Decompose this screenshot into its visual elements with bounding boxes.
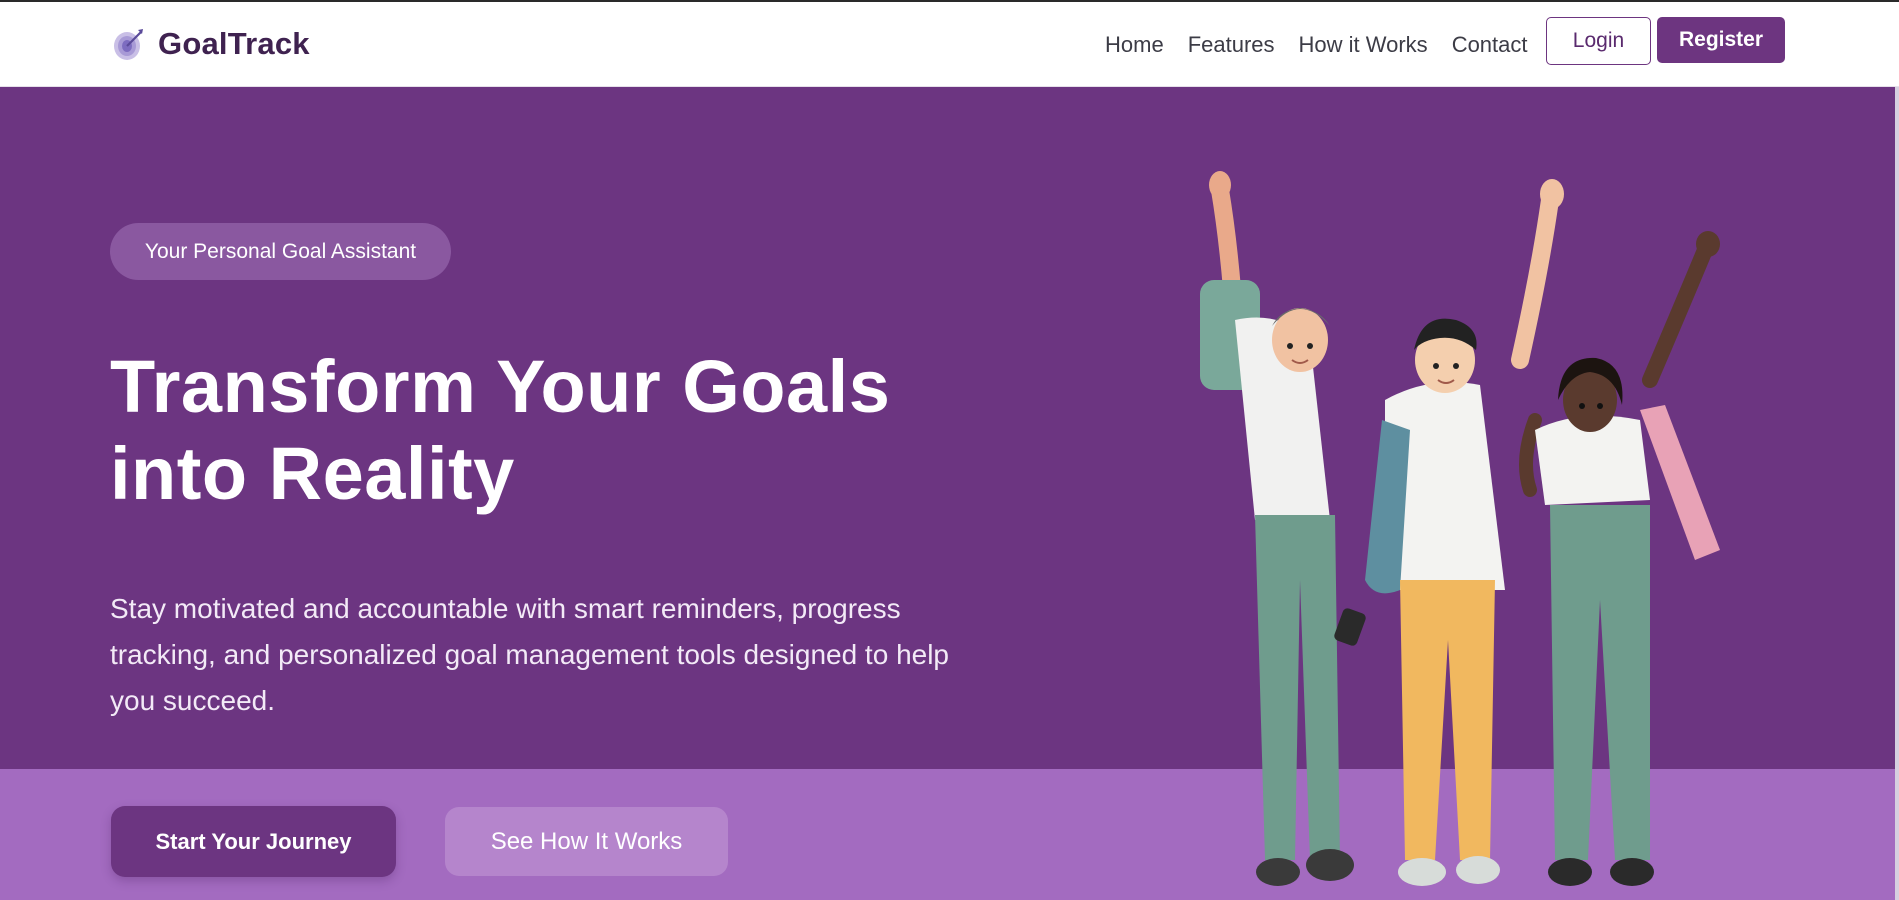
start-journey-button[interactable]: Start Your Journey	[111, 806, 396, 877]
nav-links: Home Features How it Works Contact	[1105, 32, 1528, 58]
person-middle	[1365, 179, 1564, 886]
hero-subtext: Stay motivated and accountable with smar…	[110, 593, 950, 716]
hero-headline: Transform Your Goals into Reality	[110, 343, 1010, 517]
navbar: GoalTrack Home Features How it Works Con…	[0, 2, 1899, 87]
scrollbar-track[interactable]	[1895, 87, 1899, 900]
three-cheering-people-illustration	[1200, 171, 1720, 886]
hero-badge: Your Personal Goal Assistant	[110, 223, 451, 280]
register-button[interactable]: Register	[1657, 17, 1785, 63]
nav-link-features[interactable]: Features	[1188, 32, 1275, 58]
nav-link-contact[interactable]: Contact	[1452, 32, 1528, 58]
hero-headline-line1: Transform Your Goals	[110, 345, 891, 428]
brand-logo[interactable]: GoalTrack	[110, 26, 310, 62]
nav-link-home[interactable]: Home	[1105, 32, 1164, 58]
hero-headline-line2: into Reality	[110, 432, 515, 515]
person-left	[1200, 171, 1366, 886]
brand-name: GoalTrack	[158, 26, 310, 61]
person-right	[1519, 231, 1720, 886]
target-icon	[114, 29, 143, 60]
nav-link-how-it-works[interactable]: How it Works	[1299, 32, 1428, 58]
see-how-it-works-button[interactable]: See How It Works	[445, 807, 728, 876]
login-button[interactable]: Login	[1546, 17, 1651, 65]
